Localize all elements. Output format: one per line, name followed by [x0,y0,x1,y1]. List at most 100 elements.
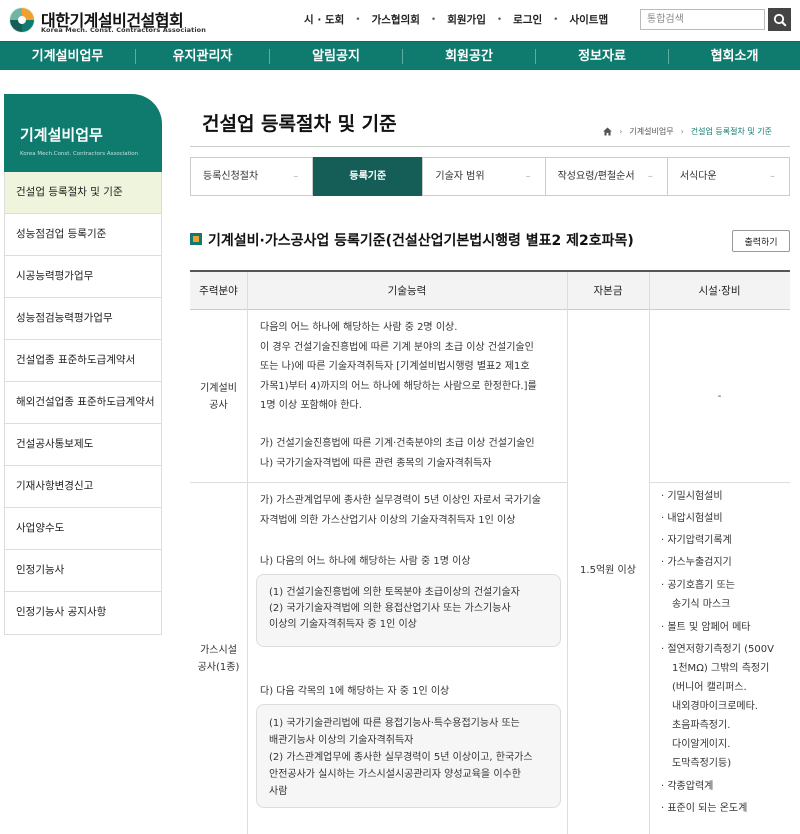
table-row-divider [649,482,790,483]
text-line: (2) 국가기술자격법에 의한 용접산업기사 또는 가스기능사 [269,603,511,614]
side-menu-item-subcontract[interactable]: 건설업종 표준하도급계약서 [5,340,161,382]
util-link-sitemap[interactable]: 사이트맵 [569,12,608,27]
tab-forms-download[interactable]: 서식다운 – [668,158,789,195]
gnb-item-info[interactable]: 정보자료 [536,42,668,71]
tab-writing-guide[interactable]: 작성요령/편철순서 – [546,158,668,195]
text-line: (1) 국가기술관리법에 따른 용접기능사·특수용접기능사 또는 [269,718,520,729]
page-title: 건설업 등록절차 및 기준 [202,113,397,135]
util-link-gas[interactable]: 가스협의회 [372,12,420,27]
gnb-item-mech[interactable]: 기계설비업무 [0,42,135,71]
category-line: 공사 [209,400,228,411]
table-header-field: 주력분야 [199,285,238,297]
tab-procedure[interactable]: 등록신청절차 – [191,158,314,195]
side-menu-item-transfer[interactable]: 사업양수도 [5,508,161,550]
text-line: (2) 가스관계업무에 종사한 실무경력이 5년 이상이고, 한국가스 [269,752,533,763]
title-divider [190,146,790,147]
table-header-equipment: 시설·장비 [698,285,741,297]
table-row1-text: 다음의 어느 하나에 해당하는 사람 중 2명 이상. 이 경우 건설기술진흥법… [260,318,537,416]
equipment-item: · 가스누출검지기 [661,557,732,568]
table-row2-box-c: (1) 국가기술관리법에 따른 용접기능사·특수용접기능사 또는 배관기능사 이… [256,704,561,808]
table-header-capital: 자본금 [593,285,623,297]
print-button[interactable]: 출력하기 [732,230,790,252]
tab-label: 등록기준 [349,171,387,182]
side-menu: 건설업 등록절차 및 기준 성능점검업 등록기준 시공능력평가업무 성능점검능력… [4,172,162,635]
side-menu-item-construction-eval[interactable]: 시공능력평가업무 [5,256,161,298]
gnb-item-members[interactable]: 회원공간 [403,42,535,71]
box-text: (1) 국가기술관리법에 따른 용접기능사·특수용접기능사 또는 배관기능사 이… [269,715,533,800]
equipment-item: · 표준이 되는 온도계 [661,803,748,814]
text-line: 이 경우 건설기술진흥법에 따른 기계 분야의 초급 이상 건설기술인 [260,341,534,353]
tab-engineer-scope[interactable]: 기술자 범위 – [423,158,546,195]
tab-dash-icon: – [293,171,299,182]
text-line: 가) 건설기술진흥법에 따른 기계·건축분야의 초급 이상 건설기술인 [260,438,535,449]
text-line: 나) 국가기술자격법에 따른 관련 종목의 기술자격취득자 [260,457,492,469]
side-menu-item-inspection-criteria[interactable]: 성능점검업 등록기준 [5,214,161,256]
side-menu-item-technician-notice[interactable]: 인정기능사 공지사항 [5,592,161,634]
text-line: 배관기능사 이상의 기술자격취득자 [269,735,414,746]
top-bar: 대한기계설비건설협회 Korea Mech. Const. Contractor… [0,0,800,40]
site-logo[interactable]: 대한기계설비건설협회 Korea Mech. Const. Contractor… [8,5,208,35]
equipment-item: · 내압시험설비 [661,513,723,524]
side-menu-item-overseas-subcontract[interactable]: 해외건설업종 표준하도급계약서 [5,382,161,424]
side-menu-subtitle: Korea Mech.Const. Contractors Associatio… [20,151,139,157]
section-title: 기계설비·가스공사업 등록기준(건설산업기본법시행령 별표2 제2호파목) [208,233,634,249]
logo-subtitle: Korea Mech. Const. Contractors Associati… [41,26,206,34]
breadcrumb-item[interactable]: 기계설비업무 [629,126,673,137]
equipment-item: (버니어 캘리퍼스. [672,682,747,693]
text-line: 가목1)부터 4)까지의 어느 하나에 해당하는 사람으로 한정한다.]를 [260,380,537,392]
side-menu-item-registration[interactable]: 건설업 등록절차 및 기준 [5,172,161,214]
search-button[interactable] [768,8,791,31]
category-line: 기계설비 [200,383,237,394]
util-separator: • [355,14,361,25]
tab-criteria[interactable]: 등록기준 [313,157,424,196]
util-link-join[interactable]: 회원가입 [447,12,486,27]
table-capital: 1.5억원 이상 [580,565,636,576]
text-line: (1) 건설기술진흥법에 의한 토목분야 초급이상의 건설기술자 [269,587,520,598]
tab-dash-icon: – [770,171,776,182]
text-line: 다음의 어느 하나에 해당하는 사람 중 2명 이상. [260,322,458,333]
tab-label: 등록신청절차 [203,171,259,182]
side-menu-item-technician[interactable]: 인정기능사 [5,550,161,592]
table-row2-text-c-title: 다) 다음 각목의 1에 해당하는 자 중 1인 이상 [260,686,450,697]
equipment-item: 초음파측정기. [672,720,731,731]
side-menu-item-inspection-eval[interactable]: 성능점검능력평가업무 [5,298,161,340]
side-menu-item-change-report[interactable]: 기재사항변경신고 [5,466,161,508]
breadcrumb-chevron-icon: › [680,127,684,136]
breadcrumb-current: 건설업 등록절차 및 기준 [690,127,772,136]
equipment-item: · 볼트 및 암페어 메타 [661,622,751,633]
side-menu-title: 기계설비업무 [20,126,103,144]
table-header-row: 주력분야 기술능력 자본금 시설·장비 [190,272,790,310]
equipment-item: · 각종압력계 [661,781,714,792]
equipment-item: 1천MΩ) 그밖의 측정기 [672,663,770,674]
tab-label: 서식다운 [679,171,717,182]
utility-links: 시 · 도회 • 가스협의회 • 회원가입 • 로그인 • 사이트맵 [304,12,608,27]
equipment-item: · 절연저항기측정기 (500V [661,644,774,655]
category-line: 가스시설 [200,645,237,656]
util-link-login[interactable]: 로그인 [513,12,542,27]
util-separator: • [430,14,437,25]
gnb-item-about[interactable]: 협회소개 [669,42,800,71]
gnb-item-maintenance[interactable]: 유지관리자 [136,42,269,71]
tab-label: 작성요령/편철순서 [557,171,635,182]
side-menu-header: 기계설비업무 Korea Mech.Const. Contractors Ass… [4,94,162,172]
equipment-item: · 기밀시험설비 [661,491,723,502]
category-line: 공사(1종) [197,662,240,673]
util-link-sido[interactable]: 시 · 도회 [304,12,344,27]
gnb-item-notice[interactable]: 알림공지 [270,42,402,71]
text-line: 가) 가스관계업무에 종사한 실무경력이 5년 이상인 자로서 국가기술 [260,495,541,506]
side-menu-item-notification[interactable]: 건설공사통보제도 [5,424,161,466]
table-row2-text-b-title: 나) 다음의 어느 하나에 해당하는 사람 중 1명 이상 [260,556,471,567]
tab-dash-icon: – [525,171,531,182]
section-square-icon [190,233,202,245]
breadcrumb-chevron-icon: › [619,127,623,136]
text-line: 사람 [269,786,288,797]
box-text: (1) 건설기술진흥법에 의한 토목분야 초급이상의 건설기술자 (2) 국가기… [269,585,520,633]
breadcrumb: › 기계설비업무 › 건설업 등록절차 및 기준 [603,126,772,137]
table-row2-text-a: 가) 가스관계업무에 종사한 실무경력이 5년 이상인 자로서 국가기술 자격법… [260,491,541,530]
equipment-item: · 공기호흡기 또는 [661,580,735,591]
tab-bar: 등록신청절차 – 등록기준 기술자 범위 – 작성요령/편철순서 – 서식다운 … [190,157,790,196]
table-header-skill: 기술능력 [387,285,427,297]
util-separator: • [496,14,503,25]
home-icon[interactable] [603,127,613,136]
search-input[interactable] [640,9,765,30]
